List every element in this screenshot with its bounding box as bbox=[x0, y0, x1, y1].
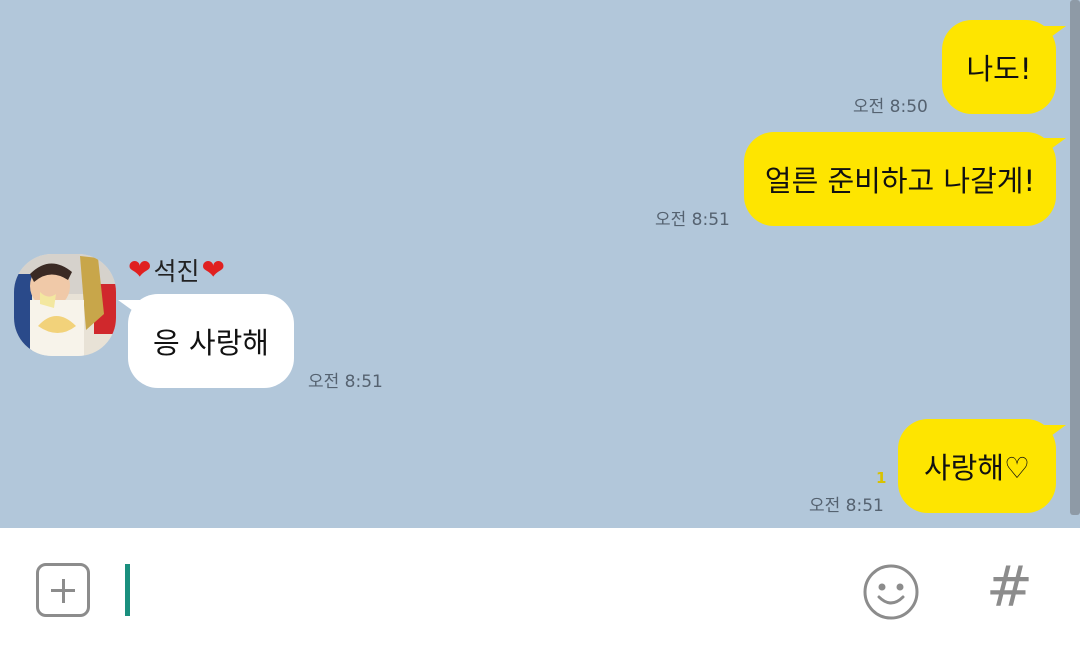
chat-area[interactable]: 나도! 오전 8:50 얼른 준비하고 나갈게! 오전 8:51 ❤ 석진 ❤ … bbox=[0, 0, 1080, 528]
my-message-bubble[interactable]: 나도! bbox=[942, 20, 1066, 114]
friend-avatar[interactable] bbox=[14, 254, 116, 356]
chat-scrollbar[interactable] bbox=[1070, 0, 1080, 515]
my-message-bubble[interactable]: 사랑해♡ bbox=[898, 419, 1066, 513]
sender-name-text: 석진 bbox=[153, 257, 200, 286]
sender-name: ❤ 석진 ❤ bbox=[128, 252, 225, 288]
unread-count: 1 bbox=[876, 469, 887, 487]
text-cursor bbox=[125, 564, 130, 616]
message-time: 오전 8:51 bbox=[308, 372, 383, 392]
message-time: 오전 8:51 bbox=[655, 210, 730, 230]
message-text: 사랑해♡ bbox=[923, 451, 1031, 485]
message-text: 얼른 준비하고 나갈게! bbox=[764, 164, 1036, 198]
hash-icon[interactable]: # bbox=[986, 558, 1033, 618]
message-input[interactable] bbox=[140, 560, 844, 622]
my-message-bubble[interactable]: 얼른 준비하고 나갈게! bbox=[744, 132, 1066, 226]
message-text: 응 사랑해 bbox=[153, 326, 269, 360]
heart-icon: ❤ bbox=[201, 253, 225, 286]
message-text: 나도! bbox=[966, 52, 1032, 86]
smiley-icon[interactable] bbox=[862, 563, 920, 621]
avatar-image bbox=[14, 254, 116, 356]
friend-message-bubble[interactable]: 응 사랑해 bbox=[118, 294, 294, 388]
message-time: 오전 8:50 bbox=[853, 97, 928, 117]
heart-icon: ❤ bbox=[128, 253, 152, 286]
message-time: 오전 8:51 bbox=[809, 496, 884, 516]
plus-square-icon[interactable] bbox=[36, 563, 90, 617]
